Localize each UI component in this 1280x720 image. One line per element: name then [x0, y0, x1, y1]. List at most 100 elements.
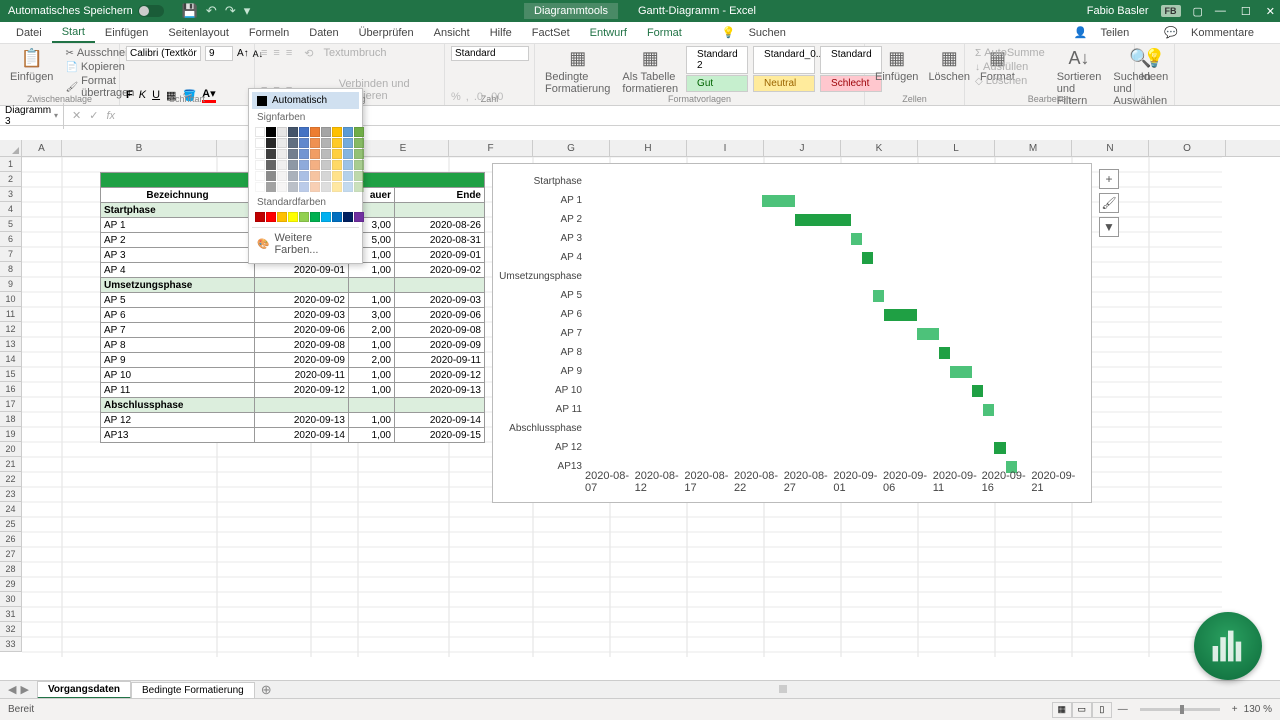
style-gut[interactable]: Gut	[686, 75, 748, 92]
tab-formeln[interactable]: Formeln	[239, 24, 299, 42]
color-swatch[interactable]	[299, 127, 309, 137]
gantt-chart[interactable]: StartphaseAP 1AP 2AP 3AP 4Umsetzungsphas…	[492, 163, 1092, 503]
sheet-tab-bedingte-formatierung[interactable]: Bedingte Formatierung	[131, 682, 255, 698]
color-swatch[interactable]	[321, 149, 331, 159]
color-swatch[interactable]	[354, 212, 364, 222]
view-normal-button[interactable]: ▦	[1052, 702, 1072, 718]
color-swatch[interactable]	[266, 171, 276, 181]
redo-icon[interactable]: ↷	[225, 3, 236, 19]
color-swatch[interactable]	[343, 149, 353, 159]
color-swatch[interactable]	[354, 182, 364, 192]
color-swatch[interactable]	[299, 138, 309, 148]
color-swatch[interactable]	[310, 182, 320, 192]
color-swatch[interactable]	[354, 127, 364, 137]
sheet-nav-next[interactable]: ▶	[20, 683, 28, 696]
color-swatch[interactable]	[310, 149, 320, 159]
format-as-table-button[interactable]: ▦Als Tabelle formatieren	[618, 46, 682, 90]
color-swatch[interactable]	[332, 160, 342, 170]
color-swatch[interactable]	[255, 182, 265, 192]
conditional-formatting-button[interactable]: ▦Bedingte Formatierung	[541, 46, 614, 90]
view-break-button[interactable]: ▯	[1092, 702, 1112, 718]
maximize-button[interactable]: ☐	[1241, 5, 1251, 18]
column-headers[interactable]: ABCDEFGHIJKLMNO	[22, 140, 1280, 157]
color-swatch[interactable]	[332, 171, 342, 181]
color-swatch[interactable]	[277, 138, 287, 148]
sheet-nav-prev[interactable]: ◀	[8, 683, 16, 696]
color-swatch[interactable]	[266, 127, 276, 137]
color-swatch[interactable]	[277, 182, 287, 192]
share-button[interactable]: 👤 Teilen	[1064, 23, 1150, 42]
color-swatch[interactable]	[255, 160, 265, 170]
tab-einfuegen[interactable]: Einfügen	[95, 24, 158, 42]
worksheet-grid[interactable]: ABCDEFGHIJKLMNO 123456789101112131415161…	[0, 140, 1280, 660]
add-sheet-button[interactable]: ⊕	[255, 682, 278, 698]
color-swatch[interactable]	[299, 212, 309, 222]
color-swatch[interactable]	[310, 171, 320, 181]
style-standard0[interactable]: Standard_0...	[753, 46, 815, 74]
select-all-corner[interactable]	[0, 140, 22, 157]
color-swatch[interactable]	[266, 149, 276, 159]
ribbon-options-icon[interactable]: ▢	[1193, 5, 1203, 18]
autosum-button[interactable]: Σ AutoSumme	[971, 46, 1049, 60]
color-swatch[interactable]	[332, 212, 342, 222]
color-swatch[interactable]	[255, 212, 265, 222]
zoom-in-button[interactable]: +	[1232, 704, 1238, 715]
color-swatch[interactable]	[266, 160, 276, 170]
zoom-slider[interactable]	[1140, 708, 1220, 711]
color-swatch[interactable]	[266, 182, 276, 192]
color-swatch[interactable]	[288, 182, 298, 192]
color-swatch[interactable]	[321, 138, 331, 148]
search-help[interactable]: Suchen	[739, 24, 796, 42]
color-swatch[interactable]	[321, 212, 331, 222]
clear-button[interactable]: ◇ Löschen	[971, 74, 1049, 88]
color-swatch[interactable]	[343, 171, 353, 181]
font-name-select[interactable]	[126, 46, 201, 61]
tab-datei[interactable]: Datei	[6, 24, 52, 42]
tab-ansicht[interactable]: Ansicht	[424, 24, 480, 42]
color-swatch[interactable]	[288, 149, 298, 159]
row-headers[interactable]: 1234567891011121314151617181920212223242…	[0, 157, 22, 652]
color-swatch[interactable]	[288, 212, 298, 222]
color-swatch[interactable]	[354, 138, 364, 148]
color-swatch[interactable]	[255, 171, 265, 181]
name-box[interactable]: Diagramm 3	[0, 103, 64, 129]
color-swatch[interactable]	[343, 182, 353, 192]
color-swatch[interactable]	[332, 182, 342, 192]
style-neutral[interactable]: Neutral	[753, 75, 815, 92]
color-swatch[interactable]	[266, 138, 276, 148]
cancel-formula-icon[interactable]: ✕	[72, 109, 81, 122]
color-swatch[interactable]	[299, 149, 309, 159]
wrap-text-button[interactable]: Textumbruch	[319, 46, 390, 60]
chart-filter-button[interactable]: ▼	[1099, 217, 1119, 237]
color-swatch[interactable]	[288, 138, 298, 148]
color-swatch[interactable]	[299, 182, 309, 192]
color-swatch[interactable]	[321, 127, 331, 137]
color-swatch[interactable]	[310, 160, 320, 170]
color-swatch[interactable]	[288, 160, 298, 170]
color-swatch[interactable]	[321, 160, 331, 170]
color-swatch[interactable]	[354, 171, 364, 181]
comments-button[interactable]: 💬 Kommentare	[1154, 23, 1274, 42]
sheet-tab-vorgangsdaten[interactable]: Vorgangsdaten	[37, 681, 131, 699]
zoom-level[interactable]: 130 %	[1244, 704, 1272, 715]
chart-elements-button[interactable]: +	[1099, 169, 1119, 189]
color-swatch[interactable]	[310, 127, 320, 137]
color-swatch[interactable]	[343, 212, 353, 222]
color-swatch[interactable]	[321, 171, 331, 181]
color-swatch[interactable]	[343, 160, 353, 170]
color-swatch[interactable]	[332, 127, 342, 137]
style-standard2[interactable]: Standard 2	[686, 46, 748, 74]
view-layout-button[interactable]: ▭	[1072, 702, 1092, 718]
color-swatch[interactable]	[299, 160, 309, 170]
user-avatar[interactable]: FB	[1161, 5, 1181, 17]
tab-hilfe[interactable]: Hilfe	[480, 24, 522, 42]
align-top-icon[interactable]: ≡	[261, 47, 267, 59]
tab-ueberpruefen[interactable]: Überprüfen	[349, 24, 424, 42]
color-swatch[interactable]	[343, 127, 353, 137]
color-swatch[interactable]	[277, 212, 287, 222]
increase-font-icon[interactable]: A↑	[237, 48, 249, 59]
color-swatch[interactable]	[299, 171, 309, 181]
tab-factset[interactable]: FactSet	[522, 24, 580, 42]
more-colors-button[interactable]: 🎨 Weitere Farben...	[252, 227, 359, 260]
tab-daten[interactable]: Daten	[299, 24, 348, 42]
